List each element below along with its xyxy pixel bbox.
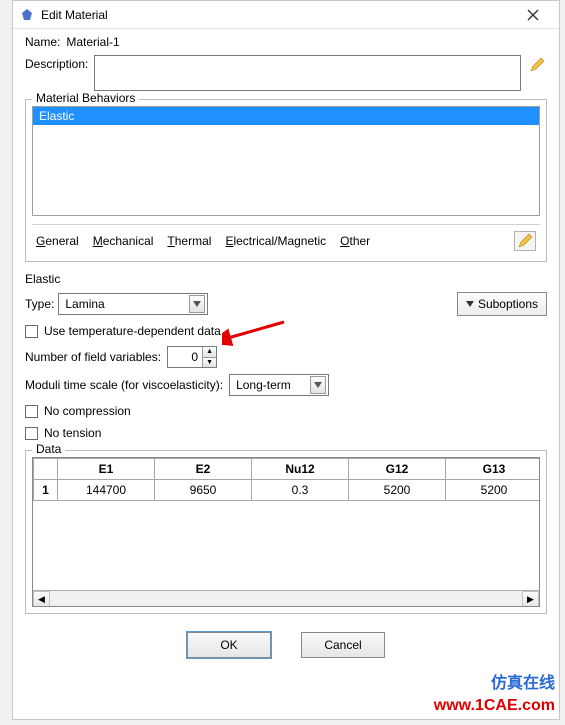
chevron-down-icon (310, 376, 326, 394)
scroll-left-icon[interactable]: ◀ (33, 591, 50, 607)
moduli-scale-label: Moduli time scale (for viscoelasticity): (25, 378, 223, 392)
table-row[interactable]: 1 144700 9650 0.3 5200 5200 (34, 480, 540, 501)
field-vars-value[interactable] (168, 347, 202, 367)
horizontal-scrollbar[interactable]: ◀ ▶ (33, 590, 539, 607)
menu-thermal[interactable]: Thermal (167, 234, 211, 248)
temp-dependent-checkbox[interactable] (25, 325, 38, 338)
behavior-menu: General Mechanical Thermal Electrical/Ma… (32, 224, 540, 253)
col-e2: E2 (155, 459, 252, 480)
watermark-url: www.1CAE.com (434, 697, 555, 715)
no-compression-checkbox[interactable] (25, 405, 38, 418)
cell-e2[interactable]: 9650 (155, 480, 252, 501)
menu-other[interactable]: Other (340, 234, 370, 248)
cell-e1[interactable]: 144700 (58, 480, 155, 501)
elastic-section-label: Elastic (25, 272, 547, 286)
no-tension-checkbox[interactable] (25, 427, 38, 440)
data-group-label: Data (32, 442, 65, 456)
ok-button[interactable]: OK (187, 632, 271, 658)
cell-nu12[interactable]: 0.3 (252, 480, 349, 501)
menu-mechanical[interactable]: Mechanical (93, 234, 154, 248)
caret-down-icon (466, 301, 474, 307)
no-compression-label: No compression (44, 404, 131, 418)
col-g13: G13 (446, 459, 540, 480)
delete-behavior-button[interactable] (514, 231, 536, 251)
moduli-scale-select[interactable]: Long-term (229, 374, 329, 396)
field-vars-label: Number of field variables: (25, 350, 161, 364)
row-index: 1 (34, 480, 58, 501)
description-label: Description: (25, 55, 88, 71)
name-value: Material-1 (66, 35, 119, 49)
no-tension-label: No tension (44, 426, 101, 440)
row-header-blank (34, 459, 58, 480)
material-behaviors-list[interactable]: Elastic (32, 106, 540, 216)
edit-description-button[interactable] (527, 55, 547, 75)
behavior-item-elastic[interactable]: Elastic (33, 107, 539, 125)
data-group: Data E1 E2 Nu12 G12 G13 1 (25, 450, 547, 614)
titlebar: Edit Material (13, 1, 559, 29)
material-behaviors-label: Material Behaviors (32, 91, 139, 105)
field-vars-spinner[interactable]: ▲ ▼ (167, 346, 217, 368)
type-select[interactable]: Lamina (58, 293, 208, 315)
col-e1: E1 (58, 459, 155, 480)
menu-general[interactable]: General (36, 234, 79, 248)
name-row: Name: Material-1 (25, 35, 547, 49)
suboptions-label: Suboptions (478, 297, 538, 311)
temp-dependent-label: Use temperature-dependent data (44, 324, 221, 338)
edit-material-dialog: Edit Material Name: Material-1 Descripti… (12, 0, 560, 720)
material-behaviors-group: Material Behaviors Elastic General Mecha… (25, 99, 547, 262)
cancel-button[interactable]: Cancel (301, 632, 385, 658)
data-table-container: E1 E2 Nu12 G12 G13 1 144700 9650 0.3 520… (32, 457, 540, 607)
type-label: Type: (25, 297, 54, 311)
description-input[interactable] (94, 55, 521, 91)
col-g12: G12 (349, 459, 446, 480)
watermark-brand: 仿真在线 (491, 669, 555, 693)
cell-g12[interactable]: 5200 (349, 480, 446, 501)
suboptions-button[interactable]: Suboptions (457, 292, 547, 316)
scroll-right-icon[interactable]: ▶ (522, 591, 539, 607)
scroll-track[interactable] (50, 591, 522, 607)
app-icon (19, 7, 35, 23)
type-value: Lamina (65, 297, 185, 311)
name-label: Name: (25, 35, 60, 49)
chevron-down-icon (189, 295, 205, 313)
cell-g13[interactable]: 5200 (446, 480, 540, 501)
table-header-row: E1 E2 Nu12 G12 G13 (34, 459, 540, 480)
moduli-scale-value: Long-term (236, 378, 306, 392)
col-nu12: Nu12 (252, 459, 349, 480)
description-row: Description: (25, 55, 547, 91)
button-bar: OK Cancel (25, 632, 547, 658)
close-button[interactable] (513, 1, 553, 29)
spinner-down-icon[interactable]: ▼ (202, 357, 216, 368)
spinner-up-icon[interactable]: ▲ (202, 347, 216, 357)
data-table[interactable]: E1 E2 Nu12 G12 G13 1 144700 9650 0.3 520… (33, 458, 539, 501)
window-title: Edit Material (41, 8, 513, 22)
menu-electrical[interactable]: Electrical/Magnetic (225, 234, 326, 248)
